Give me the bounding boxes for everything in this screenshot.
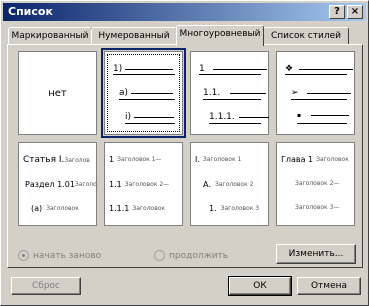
continue-numbering-label: продолжить (169, 250, 229, 261)
level-marker: Глава 1 (281, 155, 314, 164)
level-marker: (а) (31, 204, 43, 213)
list-dialog: Список ? × Маркированный Нумерованный Мн… (0, 0, 369, 306)
level-1: I. Заголовок 1 (195, 155, 241, 164)
radio-button[interactable] (154, 250, 165, 261)
level-marker: i) (125, 112, 132, 122)
level-marker: А. (203, 180, 212, 189)
level-3: ▪ (297, 112, 350, 119)
level-marker: 1. (209, 204, 217, 213)
level-3: 1.1.1. (209, 112, 269, 122)
level-1: 1 (199, 64, 267, 74)
level-marker: I. (195, 155, 200, 164)
dialog-title: Список (8, 5, 53, 18)
level-2: а) (119, 88, 174, 98)
level-marker: 1.1.1 (109, 204, 130, 213)
level-marker: 1 (199, 64, 205, 74)
level-1: Статья I. Заголов (23, 155, 90, 165)
heading-sample: Заголовок (132, 205, 166, 212)
heading-sample: Заголовок 1 (202, 156, 242, 163)
style-decimal[interactable]: 1 1.1. 1.1.1. (190, 51, 269, 135)
change-button[interactable]: Изменить... (276, 244, 356, 264)
heading-sample: Заголо (74, 181, 97, 188)
tab-multilevel[interactable]: Многоуровневый (176, 25, 264, 46)
level-marker: ❖ (285, 64, 294, 74)
heading-sample: Заголовок 3 (220, 205, 260, 212)
restart-numbering-option[interactable]: начать заново (18, 250, 101, 261)
level-1: ❖ (285, 64, 354, 74)
level-marker: 1.1.1. (209, 112, 235, 122)
tab-strip: Маркированный Нумерованный Многоуровневы… (8, 25, 363, 46)
style-none[interactable]: нет (18, 51, 97, 135)
tab-bulleted[interactable]: Маркированный (8, 27, 92, 45)
level-1: Глава 1 Заголовок (281, 155, 349, 164)
ok-button[interactable]: ОК (228, 276, 292, 296)
level-2: Заголовок 2— (295, 180, 339, 187)
restart-numbering-label: начать заново (33, 250, 102, 261)
heading-sample: Заголовок (46, 205, 79, 212)
level-marker: 1) (113, 64, 123, 74)
none-label: нет (48, 87, 67, 99)
level-marker: 1.1 (109, 180, 122, 189)
continue-numbering-option[interactable]: продолжить (154, 250, 228, 261)
level-1: 1 Заголовок 1— (109, 155, 162, 164)
multilevel-panel: нет 1) а) i) 1 1.1. 1.1.1. ❖ ➢ ▪ Статья … (7, 44, 363, 268)
help-button[interactable]: ? (329, 5, 345, 19)
style-article-section[interactable]: Статья I. Заголов Раздел 1.01 Заголо (а) За… (18, 142, 97, 226)
style-heading-decimal[interactable]: 1 Заголовок 1— 1.1 Заголовок 2— 1.1.1 Загол… (104, 142, 183, 226)
level-2: 1.1. (203, 88, 267, 98)
heading-sample: Заголовок 2— (295, 180, 340, 187)
style-bullets[interactable]: ❖ ➢ ▪ (276, 51, 355, 135)
style-heading-roman[interactable]: I. Заголовок 1 А. Заголовок 2 1. Заголовок … (190, 142, 269, 226)
heading-sample: Заголовок 2 (215, 181, 254, 188)
level-marker: ▪ (297, 112, 302, 119)
heading-sample: Заголовок 1— (117, 156, 162, 163)
style-paren-letters[interactable]: 1) а) i) (101, 48, 186, 138)
title-bar[interactable]: Список ? × (3, 3, 366, 21)
level-marker: Раздел 1.01 (25, 180, 75, 189)
tab-list-styles[interactable]: Список стилей (263, 27, 349, 45)
level-marker: а) (119, 88, 129, 98)
level-3: Заголовок 3— (295, 204, 339, 211)
tab-numbered[interactable]: Нумерованный (91, 27, 177, 45)
heading-sample: Заголовок 2— (124, 181, 170, 188)
level-3: i) (125, 112, 175, 122)
level-marker: 1.1. (203, 88, 221, 98)
level-2: А. Заголовок 2 (203, 180, 253, 189)
level-2: Раздел 1.01 Заголо (25, 180, 97, 189)
style-heading-chapter[interactable]: Глава 1 Заголовок Заголовок 2— Заголовок … (276, 142, 355, 226)
close-button[interactable]: × (347, 5, 363, 19)
level-marker: Статья I. (23, 155, 65, 165)
level-2: 1.1 Заголовок 2— (109, 180, 169, 189)
heading-sample: Заголовок (316, 156, 349, 163)
reset-button[interactable]: Сброс (11, 277, 81, 295)
level-marker: 1 (109, 155, 115, 164)
heading-sample: Заголовок 3— (295, 204, 340, 211)
level-3: 1.1.1 Заголовок (109, 204, 165, 213)
level-2: ➢ (291, 88, 351, 98)
heading-sample: Заголов (64, 156, 90, 164)
level-3: 1. Заголовок 3 (209, 204, 259, 213)
level-3: (а) Заголовок (31, 204, 79, 213)
level-1: 1) (113, 64, 174, 74)
radio-button-checked[interactable] (18, 250, 29, 261)
cancel-button[interactable]: Отмена (297, 277, 361, 295)
level-marker: ➢ (291, 88, 299, 98)
